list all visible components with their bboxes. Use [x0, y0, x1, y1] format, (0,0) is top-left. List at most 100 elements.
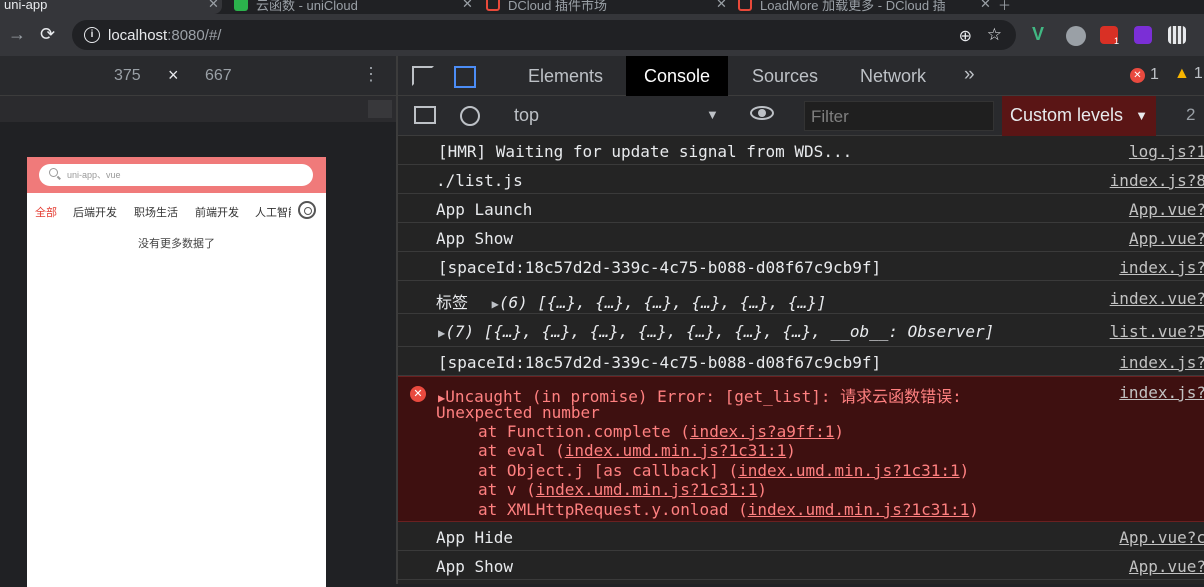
hidden-messages-count: 2	[1186, 105, 1196, 124]
console-message: [spaceId:18c57d2d-339c-4c75-b088-d08f67c…	[438, 353, 882, 372]
stack-frame-link[interactable]: index.js?a9ff:1	[690, 422, 835, 441]
search-input[interactable]: uni-app、vue	[39, 164, 313, 186]
tab-backend[interactable]: 后端开发	[73, 204, 117, 220]
chevron-down-icon: ▼	[1135, 108, 1148, 123]
browser-tab-strip: uni-app ✕ 云函数 - uniCloud ✕ DCloud 插件市场 ✕…	[0, 0, 1204, 14]
chevron-down-icon[interactable]: ▼	[706, 107, 719, 122]
console-row[interactable]: ./list.js index.js?8	[398, 165, 1204, 194]
console-message: ./list.js	[436, 171, 523, 190]
stack-frame-text: )	[786, 441, 796, 460]
filter-input[interactable]: Filter	[804, 101, 994, 131]
browser-tab-uniapp[interactable]: uni-app ✕	[0, 0, 222, 14]
console-row[interactable]: ▶(7) [{…}, {…}, {…}, {…}, {…}, {…}, {…},…	[398, 314, 1204, 347]
more-tabs-icon[interactable]: »	[964, 64, 975, 86]
url-text[interactable]: localhost:8080/#/	[108, 27, 221, 44]
console-row[interactable]: App Hide App.vue?c	[398, 522, 1204, 551]
stack-frame: at v (index.umd.min.js?1c31:1)	[478, 480, 767, 499]
more-options-icon[interactable]: ⋮	[362, 64, 380, 85]
phone-viewport: uni-app、vue 全部 后端开发 职场生活 前端开发 人工智能 没有更多数…	[27, 157, 326, 587]
source-link[interactable]: App.vue?	[1129, 557, 1204, 576]
stack-frame-text: at eval (	[478, 441, 565, 460]
console-row[interactable]: [spaceId:18c57d2d-339c-4c75-b088-d08f67c…	[398, 347, 1204, 376]
inspect-element-icon[interactable]	[412, 66, 434, 86]
tab-ai[interactable]: 人工智能	[255, 204, 291, 220]
device-toolbar: 375 × 667 ⋮	[0, 56, 396, 96]
tab-network[interactable]: Network	[842, 56, 944, 96]
console-row[interactable]: App Show App.vue?	[398, 551, 1204, 580]
close-icon[interactable]: ✕	[208, 0, 219, 12]
stack-frame-link[interactable]: index.umd.min.js?1c31:1	[748, 500, 970, 519]
sidebar-toggle-icon[interactable]	[414, 106, 436, 124]
live-expression-eye-icon[interactable]	[750, 106, 774, 120]
source-link[interactable]: index.js?	[1119, 383, 1204, 402]
source-link[interactable]: index.vue?	[1110, 289, 1204, 308]
stack-frame: at Function.complete (index.js?a9ff:1)	[478, 422, 844, 441]
devtools-panel: Elements Console Sources Network » ✕ 1 ▲ 1…	[396, 56, 1204, 584]
device-width[interactable]: 375	[114, 67, 141, 85]
source-link[interactable]: App.vue?	[1129, 200, 1204, 219]
browser-tab-cloudfunction[interactable]: 云函数 - uniCloud ✕	[234, 0, 473, 14]
warning-count[interactable]: ▲ 1	[1174, 65, 1203, 83]
error-icon: ✕	[1130, 68, 1145, 83]
stack-frame-link[interactable]: index.umd.min.js?1c31:1	[565, 441, 787, 460]
tab-frontend[interactable]: 前端开发	[195, 204, 239, 220]
tab-sources[interactable]: Sources	[734, 56, 836, 96]
vue-devtools-icon[interactable]: V	[1032, 24, 1044, 45]
error-icon: ✕	[410, 386, 426, 402]
source-link[interactable]: App.vue?c	[1119, 528, 1204, 547]
tab-all[interactable]: 全部	[35, 204, 57, 220]
stack-frame-text: at Function.complete (	[478, 422, 690, 441]
stack-frame: at eval (index.umd.min.js?1c31:1)	[478, 441, 796, 460]
zoom-icon[interactable]: ⊕	[959, 26, 972, 46]
console-row[interactable]: 标签 ▶(6) [{…}, {…}, {…}, {…}, {…}, {…}] i…	[398, 281, 1204, 314]
console-error-row[interactable]: ✕ ▶Uncaught (in promise) Error: [get_lis…	[398, 376, 1204, 522]
console-row[interactable]: [spaceId:18c57d2d-339c-4c75-b088-d08f67c…	[398, 252, 1204, 281]
tab-elements[interactable]: Elements	[510, 56, 621, 96]
log-levels-dropdown[interactable]: Custom levels ▼	[1002, 96, 1156, 136]
console-message: App Show	[436, 229, 514, 248]
reload-icon[interactable]: ⟳	[40, 24, 55, 45]
forward-icon[interactable]: →	[8, 24, 26, 45]
error-count-value: 1	[1150, 66, 1159, 83]
stack-frame-text: at v (	[478, 480, 536, 499]
error-message-line2: Unexpected number	[436, 403, 600, 422]
expand-triangle-icon[interactable]: ▶	[492, 297, 499, 311]
device-toggle-icon[interactable]	[454, 66, 476, 88]
error-count[interactable]: ✕ 1	[1130, 66, 1159, 84]
stack-frame-link[interactable]: index.umd.min.js?1c31:1	[738, 461, 960, 480]
array-preview[interactable]: (6) [{…}, {…}, {…}, {…}, {…}, {…}]	[499, 293, 827, 312]
devtools-tabbar: Elements Console Sources Network » ✕ 1 ▲ 1	[398, 56, 1204, 96]
console-row[interactable]: [HMR] Waiting for update signal from WDS…	[398, 136, 1204, 165]
console-row[interactable]: App Show App.vue?	[398, 223, 1204, 252]
source-link[interactable]: App.vue?	[1129, 229, 1204, 248]
browser-toolbar: → ⟳ i localhost:8080/#/ ⊕ ☆ V 1	[0, 14, 1204, 56]
close-icon[interactable]: ✕	[462, 0, 473, 12]
info-icon[interactable]: i	[84, 27, 100, 43]
new-tab-button[interactable]: ＋	[998, 0, 1011, 14]
array-preview[interactable]: (7) [{…}, {…}, {…}, {…}, {…}, {…}, {…}, …	[445, 322, 994, 341]
close-icon[interactable]: ✕	[716, 0, 727, 12]
gear-icon[interactable]	[298, 201, 316, 219]
tab-console[interactable]: Console	[626, 56, 729, 96]
source-link[interactable]: index.js?	[1119, 258, 1204, 277]
browser-tab-plugin-market[interactable]: DCloud 插件市场 ✕	[486, 0, 727, 14]
address-bar[interactable]: i localhost:8080/#/ ⊕ ☆	[72, 20, 1016, 50]
source-link[interactable]: list.vue?5	[1110, 322, 1204, 341]
clear-console-icon[interactable]	[460, 106, 480, 126]
console-row[interactable]: App Launch App.vue?	[398, 194, 1204, 223]
close-icon[interactable]: ✕	[980, 0, 991, 12]
tab-workplace[interactable]: 职场生活	[134, 204, 178, 220]
source-link[interactable]: index.js?8	[1110, 171, 1204, 190]
source-link[interactable]: index.js?	[1119, 353, 1204, 372]
browser-tab-loadmore[interactable]: LoadMore 加载更多 - DCloud 插 ✕	[738, 0, 991, 14]
stack-frame-text: )	[757, 480, 767, 499]
extension-icon[interactable]	[1066, 26, 1086, 46]
dcloud-favicon-icon	[486, 0, 500, 11]
source-link[interactable]: log.js?1	[1129, 142, 1204, 161]
qr-code-icon[interactable]	[1168, 26, 1186, 44]
stack-frame-link[interactable]: index.umd.min.js?1c31:1	[536, 480, 758, 499]
device-height[interactable]: 667	[205, 67, 232, 85]
context-selector[interactable]: top	[514, 105, 539, 126]
bookmark-star-icon[interactable]: ☆	[987, 25, 1002, 45]
rp-extension-icon[interactable]	[1134, 26, 1152, 44]
